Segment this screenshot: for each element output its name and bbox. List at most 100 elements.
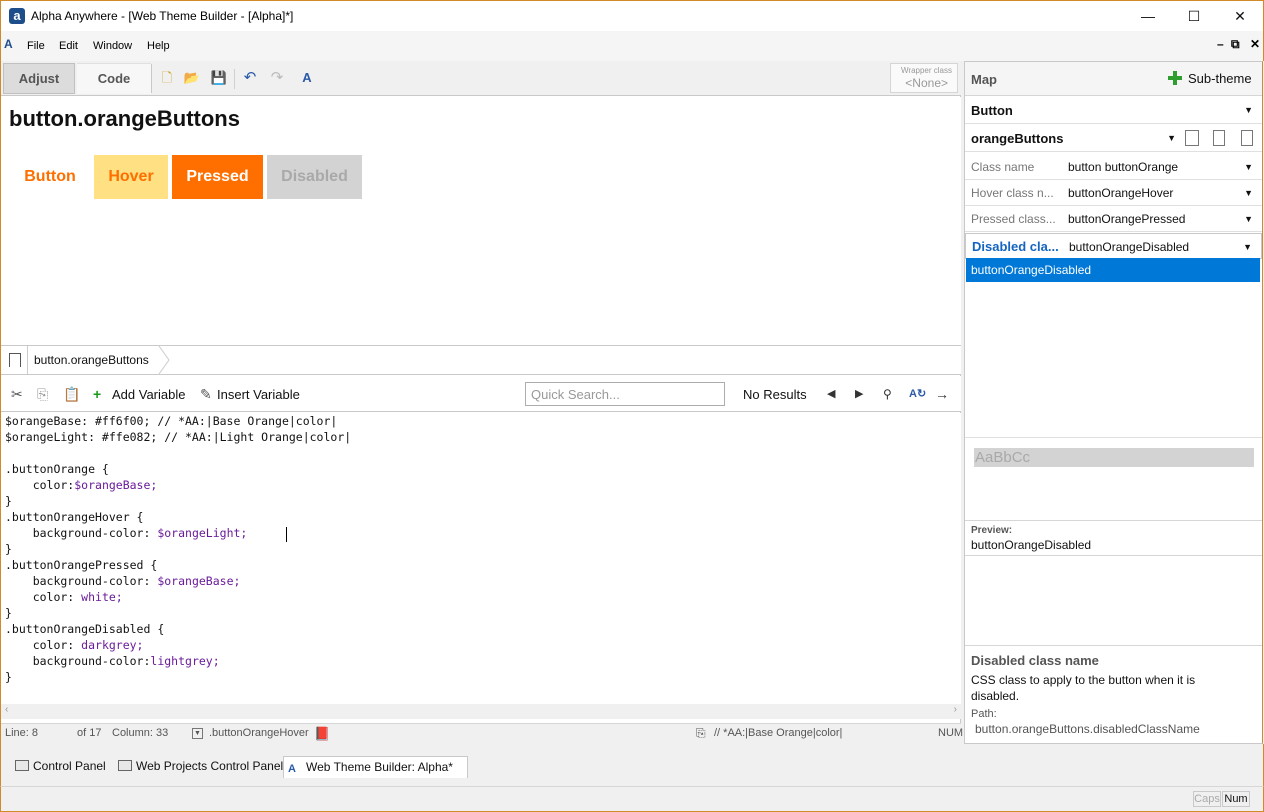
editor-status-bar: Line: 8 of 17 Column: 33 ▼ .buttonOrange… [1, 723, 964, 744]
code-line: .buttonOrangeHover { [5, 510, 144, 524]
tab-adjust[interactable]: Adjust [3, 63, 75, 94]
code-value: $orangeBase; [74, 478, 158, 492]
copy-icon[interactable]: ⎘ [37, 386, 48, 402]
tab-web-theme-builder[interactable]: A Web Theme Builder: Alpha* [283, 756, 468, 778]
num-lock-indicator: Num [1222, 791, 1250, 807]
chevron-down-icon[interactable]: ▼ [1244, 105, 1253, 115]
tab-web-projects-control-panel[interactable]: Web Projects Control Panel [114, 756, 283, 778]
property-class-name[interactable]: Class name button buttonOrange ▼ [965, 154, 1262, 180]
code-line: color: white; [5, 589, 123, 605]
current-selector[interactable]: .buttonOrangeHover [209, 727, 309, 739]
preview-button-pressed[interactable]: Pressed [172, 155, 263, 199]
add-subtheme-icon[interactable] [1167, 70, 1183, 86]
column-number: Column: 33 [112, 727, 169, 739]
theme-icon: A [288, 763, 296, 775]
minimize-button[interactable]: — [1125, 1, 1171, 31]
subtheme-value: orangeButtons [971, 131, 1064, 146]
mdi-minimize-icon[interactable]: – [1217, 37, 1224, 51]
goto-icon[interactable]: → [935, 386, 949, 402]
property-pressed-class-name[interactable]: Pressed class... buttonOrangePressed ▼ [965, 206, 1262, 232]
next-result-icon[interactable]: ▶ [855, 386, 863, 402]
text-caret [286, 527, 287, 542]
property-hover-class-name[interactable]: Hover class n... buttonOrangeHover ▼ [965, 180, 1262, 206]
code-line: color:$orangeBase; [5, 477, 158, 493]
new-file-icon[interactable]: 🗋 [158, 69, 176, 87]
export-subtheme-icon[interactable] [1241, 130, 1253, 146]
mdi-restore-icon[interactable]: ⧉ [1231, 37, 1240, 52]
preview-button-normal[interactable]: Button [11, 155, 89, 199]
cut-icon[interactable]: ✂ [11, 386, 23, 402]
chevron-down-icon[interactable]: ▼ [1167, 133, 1176, 143]
close-button[interactable]: ✕ [1217, 1, 1263, 31]
maximize-button[interactable]: ☐ [1171, 1, 1217, 31]
code-property: background-color: [5, 654, 151, 668]
code-line: .buttonOrange { [5, 462, 109, 476]
insert-variable-button[interactable]: Insert Variable [217, 387, 300, 402]
scroll-left-icon[interactable]: ‹ [5, 704, 8, 715]
chevron-down-icon[interactable]: ▼ [1244, 214, 1253, 224]
add-subtheme-button[interactable]: Sub-theme [1188, 71, 1252, 86]
theme-icon[interactable]: A [298, 69, 316, 87]
copy-comment-icon[interactable]: ⎘ [696, 726, 706, 741]
mdi-close-icon[interactable]: ✕ [1250, 37, 1260, 51]
undo-icon[interactable]: ↶ [241, 69, 259, 87]
style-preview: button.orangeButtons Button Hover Presse… [1, 97, 961, 345]
code-line: } [5, 494, 12, 508]
preview-label: Preview: [971, 525, 1013, 536]
line-count: of 17 [77, 727, 102, 739]
breadcrumb-item[interactable]: button.orangeButtons [27, 346, 159, 374]
code-line: .buttonOrangePressed { [5, 558, 158, 572]
tab-code[interactable]: Code [77, 63, 151, 94]
add-variable-icon[interactable]: + [93, 386, 101, 402]
property-label: Disabled cla... [972, 239, 1059, 254]
replace-icon[interactable]: A↻ [909, 386, 926, 402]
theme-editor-pane: Adjust Code 🗋 📂 💾 ↶ ↷ A Wrapper class <N… [0, 61, 964, 744]
new-subtheme-icon[interactable] [1213, 130, 1225, 146]
code-value: white; [81, 590, 123, 604]
chevron-down-icon[interactable]: ▼ [1244, 162, 1253, 172]
app-menu-icon[interactable]: A [4, 37, 22, 53]
control-type-select[interactable]: Button ▼ [965, 97, 1262, 124]
property-disabled-class-name[interactable]: Disabled cla... buttonOrangeDisabled ▼ [965, 233, 1262, 259]
previous-result-icon[interactable]: ◀ [827, 386, 835, 402]
tab-label: Control Panel [33, 759, 106, 773]
wrapper-class-field[interactable]: Wrapper class <None> [890, 63, 958, 93]
code-property: color: [5, 590, 82, 604]
bookmark-icon[interactable] [9, 353, 21, 367]
subtheme-select[interactable]: orangeButtons ▼ [965, 124, 1262, 152]
code-editor[interactable]: $orangeBase: #ff6f00; // *AA:|Base Orang… [1, 413, 961, 719]
chevron-down-icon[interactable]: ▼ [1243, 242, 1252, 252]
chevron-down-icon[interactable]: ▼ [1244, 188, 1253, 198]
map-title: Map [971, 72, 997, 87]
tab-control-panel[interactable]: Control Panel [11, 756, 106, 778]
redo-icon[interactable]: ↷ [268, 69, 286, 87]
find-icon[interactable]: ⚲ [883, 386, 892, 402]
menu-file[interactable]: File [27, 40, 45, 52]
insert-variable-icon[interactable]: ✎ [200, 386, 212, 402]
preview-button-hover[interactable]: Hover [94, 155, 168, 199]
style-sample: AaBbCc [974, 448, 1254, 467]
menu-edit[interactable]: Edit [59, 40, 78, 52]
quick-search-input[interactable] [525, 382, 725, 406]
breadcrumb: button.orangeButtons [1, 345, 961, 375]
code-value: darkgrey; [81, 638, 144, 652]
dropdown-option[interactable]: buttonOrangeDisabled [966, 258, 1260, 282]
open-folder-icon[interactable]: 📂 [183, 69, 201, 87]
horizontal-scrollbar[interactable]: ‹ › [1, 704, 961, 719]
scroll-right-icon[interactable]: › [954, 704, 957, 715]
add-variable-button[interactable]: Add Variable [112, 387, 185, 402]
copy-subtheme-icon[interactable] [1185, 130, 1199, 146]
property-label: Class name [971, 160, 1035, 174]
paste-icon[interactable]: 📋 [63, 386, 80, 402]
property-help: Disabled class name CSS class to apply t… [965, 645, 1262, 743]
selector-dropdown-icon[interactable]: ▼ [192, 728, 203, 739]
menu-help[interactable]: Help [147, 40, 170, 52]
menu-bar: A File Edit Window Help – ⧉ ✕ [0, 31, 1264, 61]
property-value: buttonOrangeDisabled [1069, 240, 1190, 254]
window-icon [118, 760, 132, 771]
book-icon[interactable]: 📕 [314, 726, 330, 742]
num-lock-indicator: NUM [938, 727, 964, 739]
app-logo-icon: a [9, 8, 25, 24]
menu-window[interactable]: Window [93, 40, 132, 52]
save-icon[interactable]: 💾 [210, 69, 228, 87]
